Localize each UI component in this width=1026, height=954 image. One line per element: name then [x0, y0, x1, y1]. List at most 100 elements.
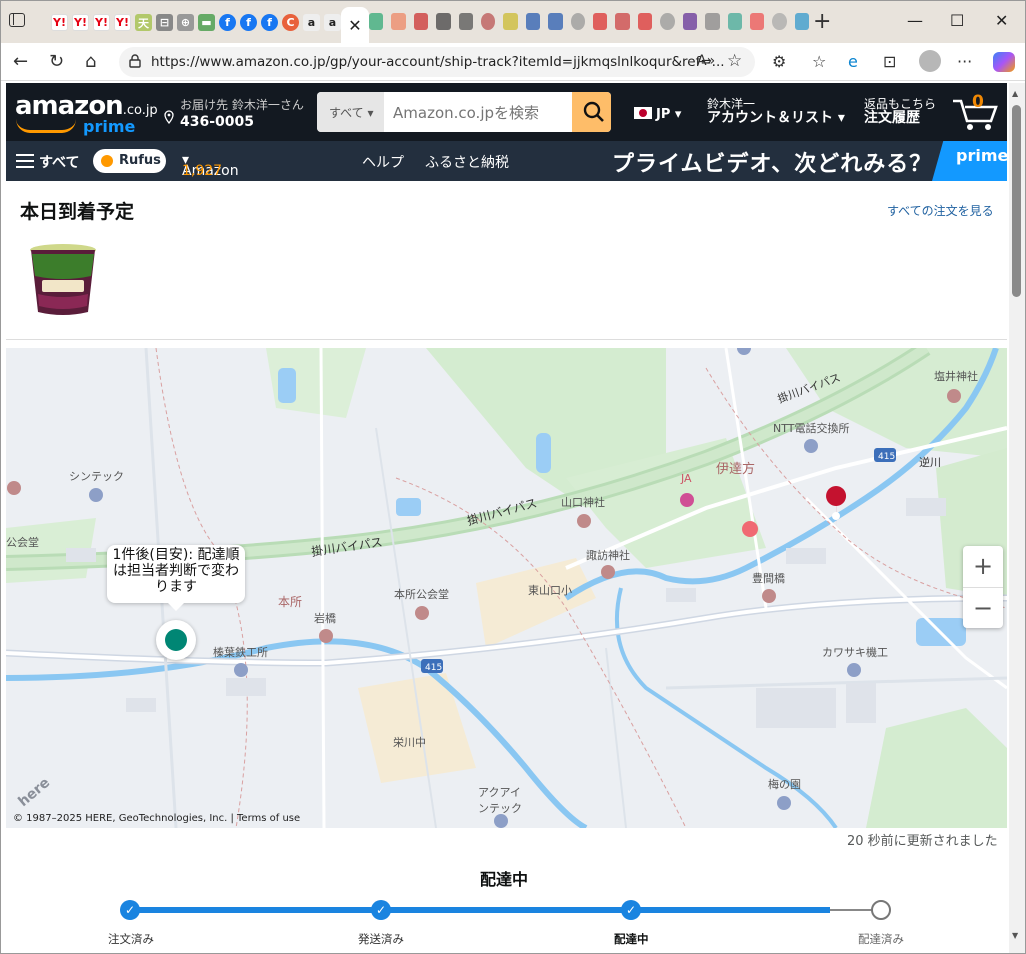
map-label: 塩井神社 [934, 370, 978, 383]
tab-favicon[interactable]: Y! [93, 14, 110, 31]
extensions-icon[interactable]: ⚙ [772, 52, 786, 71]
lock-icon [129, 54, 141, 68]
address-toolbar: ← ↻ ⌂ https://www.amazon.co.jp/gp/your-a… [1, 43, 1025, 81]
map-label: NTT電話交換所 [773, 422, 850, 435]
orders-link[interactable]: 返品もこちら 注文履歴 [864, 97, 936, 125]
map-label: 東山口小 [528, 584, 572, 597]
new-tab-icon[interactable]: + [813, 9, 831, 34]
all-menu-link[interactable]: すべて [39, 152, 79, 172]
minimize-icon[interactable]: — [907, 11, 923, 30]
tab-favicon[interactable]: 天 [135, 14, 152, 31]
sub-navigation: すべて Rufus Amazonポイント: 1,927 ▾ ヘルプ ふるさと納税 … [6, 141, 1007, 218]
all-orders-link[interactable]: すべての注文を見る [887, 202, 994, 219]
map-label: 伊達方 [716, 462, 756, 477]
rufus-button[interactable]: Rufus [93, 149, 166, 173]
amazon-logo[interactable]: amazon.co.jp prime [15, 91, 158, 136]
favorite-star-icon[interactable]: ☆ [727, 51, 742, 71]
deliver-to[interactable]: お届け先 鈴木洋一さん 436-0005 [180, 96, 304, 130]
read-aloud-icon[interactable]: A» [697, 53, 715, 69]
map-copyright[interactable]: © 1987–2025 HERE, GeoTechnologies, Inc. … [13, 813, 300, 824]
tab-favicon[interactable]: f [240, 14, 257, 31]
scroll-thumb[interactable] [1012, 105, 1021, 297]
map-label: 諏訪神社 [586, 549, 630, 562]
screenshot-icon[interactable]: ⊡ [883, 52, 896, 71]
updated-timestamp: 20 秒前に更新されました [847, 834, 998, 849]
profile-avatar[interactable] [919, 50, 941, 72]
tab-actions-icon[interactable] [9, 13, 25, 27]
product-image[interactable] [28, 242, 98, 318]
map-label: 本所公会堂 [394, 588, 449, 601]
tab-favicon[interactable]: a [324, 14, 341, 31]
map-label: 山口神社 [561, 496, 605, 509]
delivery-status: 配達中 [480, 870, 529, 889]
tab-favicon[interactable]: C [282, 14, 299, 31]
tab-favicon[interactable]: f [219, 14, 236, 31]
zoom-out-button[interactable]: − [963, 587, 1003, 628]
amazon-header: amazon.co.jp prime お届け先 鈴木洋一さん 436-0005 … [6, 83, 1007, 141]
driver-location-marker[interactable] [156, 620, 196, 660]
step-label: 配達済み [858, 932, 904, 946]
svg-text:415: 415 [425, 663, 442, 673]
map-label: 逆川 [919, 456, 941, 469]
edge-icon[interactable]: e [848, 52, 858, 71]
help-link[interactable]: ヘルプ [362, 152, 404, 172]
address-bar[interactable]: https://www.amazon.co.jp/gp/your-account… [119, 47, 755, 77]
account-menu[interactable]: 鈴木洋一 アカウント＆リスト ▾ [707, 97, 845, 125]
search-button[interactable] [572, 92, 611, 132]
tab-favicon[interactable]: Y! [114, 14, 131, 31]
tab-favicon[interactable]: ⊟ [156, 14, 173, 31]
home-icon[interactable]: ⌂ [85, 51, 96, 72]
map-label: 榛葉鉄工所 [213, 646, 268, 659]
step-label: 発送済み [358, 932, 404, 946]
prime-badge: prime [932, 141, 1007, 181]
maximize-icon[interactable]: ☐ [950, 11, 964, 30]
tab-favicon[interactable]: Y! [72, 14, 89, 31]
search-box: すべて ▾ Amazon.co.jpを検索 [317, 92, 611, 132]
postal-code: 436-0005 [180, 114, 254, 130]
back-icon[interactable]: ← [13, 51, 28, 72]
zoom-in-button[interactable]: + [963, 546, 1003, 587]
search-input[interactable]: Amazon.co.jpを検索 [393, 102, 539, 123]
more-menu-icon[interactable]: ··· [957, 52, 972, 71]
url-text: https://www.amazon.co.jp/gp/your-account… [151, 54, 725, 70]
prime-video-banner[interactable]: プライムビデオ、次どれみる？ prime [606, 141, 1007, 181]
tab-favicon[interactable]: a [303, 14, 320, 31]
zoom-control: + − [963, 546, 1003, 628]
map-label: 本所 [278, 595, 303, 609]
tab-favicon[interactable]: ▬ [198, 14, 215, 31]
scroll-up-icon[interactable]: ▲ [1012, 89, 1018, 98]
more-tabs [369, 13, 810, 31]
tracking-map[interactable]: 415 415 here 塩井神社 掛川バイパス NTT電話交換所 伊達方 逆川… [6, 348, 1007, 828]
close-window-icon[interactable]: ✕ [995, 11, 1008, 30]
favorites-icon[interactable]: ☆ [812, 52, 826, 71]
furusato-link[interactable]: ふるさと納税 [425, 152, 509, 172]
points-link[interactable]: Amazonポイント: 1,927 ▾ [182, 152, 239, 218]
deliver-to-label: お届け先 鈴木洋一さん [180, 98, 304, 112]
map-label: 梅の園 [768, 778, 801, 791]
map-label: アクアインテック [478, 786, 522, 815]
active-tab-close-icon[interactable]: ✕ [341, 7, 369, 43]
scroll-down-icon[interactable]: ▼ [1012, 931, 1018, 940]
tab-list: Y! Y! Y! Y! 天 ⊟ ⊕ ▬ f f f C a a [51, 11, 341, 35]
tab-favicon[interactable]: f [261, 14, 278, 31]
map-label: 岩橋 [314, 612, 336, 625]
tab-strip: Y! Y! Y! Y! 天 ⊟ ⊕ ▬ f f f C a a ✕ + — ☐ … [1, 1, 1025, 43]
map-label: JA [681, 472, 692, 485]
vertical-scrollbar[interactable]: ▲ ▼ [1009, 83, 1025, 953]
search-category-select[interactable]: すべて ▾ [317, 92, 384, 132]
svg-text:415: 415 [878, 452, 895, 462]
tab-favicon[interactable]: Y! [51, 14, 68, 31]
step-ordered-check-icon: ✓ [120, 900, 140, 920]
map-label: 栄川中 [393, 736, 426, 749]
page-title: 本日到着予定 [20, 201, 135, 223]
refresh-icon[interactable]: ↻ [49, 51, 64, 72]
banner-text: プライムビデオ、次どれみる？ [612, 152, 933, 177]
map-label: カワサキ機工 [822, 646, 888, 659]
menu-icon[interactable] [16, 154, 34, 168]
tab-favicon[interactable]: ⊕ [177, 14, 194, 31]
language-selector[interactable]: JP ▾ [634, 107, 681, 122]
copilot-icon[interactable] [993, 52, 1015, 72]
step-shipped-check-icon: ✓ [371, 900, 391, 920]
location-pin-icon [164, 110, 174, 124]
divider [6, 339, 1007, 340]
